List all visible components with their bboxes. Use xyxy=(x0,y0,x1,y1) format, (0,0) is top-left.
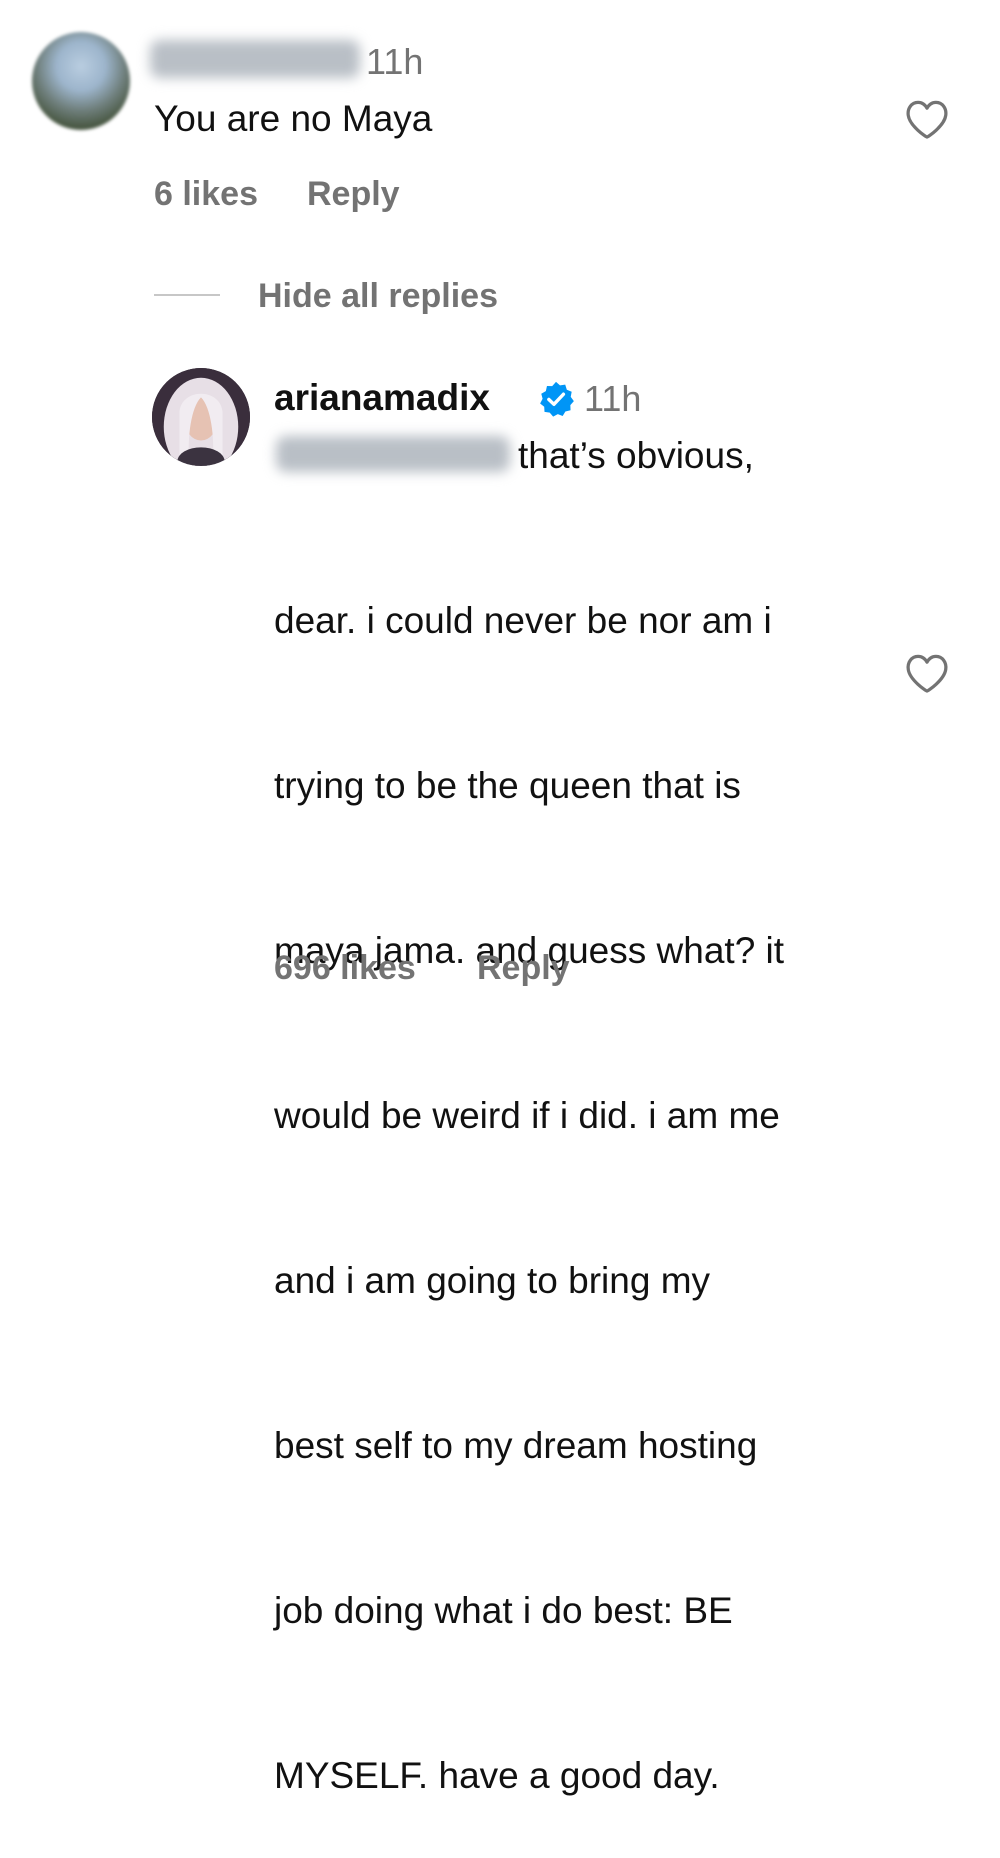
heart-icon[interactable] xyxy=(904,98,950,140)
replies-divider-line xyxy=(154,294,220,296)
verified-badge-icon xyxy=(540,381,574,417)
heart-icon[interactable] xyxy=(904,652,950,694)
reply-author-avatar[interactable] xyxy=(152,368,250,466)
reply-text-line: and i am going to bring my xyxy=(274,1260,711,1301)
reply-author-username[interactable]: arianamadix xyxy=(274,379,490,416)
commenter-username-blurred[interactable] xyxy=(150,40,360,78)
reply-text-line: best self to my dream hosting xyxy=(274,1425,758,1466)
reply-text-line: trying to be the queen that is xyxy=(274,765,741,806)
reply-text-first-line: that’s obvious, xyxy=(518,435,754,476)
reply-text-line: MYSELF. have a good day. xyxy=(274,1755,720,1796)
reply-likes-count[interactable]: 696 likes xyxy=(274,951,416,985)
reply-reply-button[interactable]: Reply xyxy=(477,951,570,985)
reply-avatar-portrait xyxy=(152,368,250,466)
comment-timestamp: 11h xyxy=(366,41,424,82)
reply-text-line: job doing what i do best: BE xyxy=(274,1590,733,1631)
reply-text-line: would be weird if i did. i am me xyxy=(274,1095,780,1136)
comment-reply-button[interactable]: Reply xyxy=(307,177,400,211)
mentioned-username-blurred[interactable] xyxy=(276,436,510,472)
comment-likes-count[interactable]: 6 likes xyxy=(154,177,258,211)
reply-text-body: dear. i could never be nor am i trying t… xyxy=(274,483,784,1858)
commenter-avatar[interactable] xyxy=(32,32,130,130)
comment-text: You are no Maya xyxy=(154,98,433,139)
reply-timestamp: 11h xyxy=(584,378,642,419)
hide-all-replies-button[interactable]: Hide all replies xyxy=(258,279,498,313)
reply-text-line: dear. i could never be nor am i xyxy=(274,600,772,641)
